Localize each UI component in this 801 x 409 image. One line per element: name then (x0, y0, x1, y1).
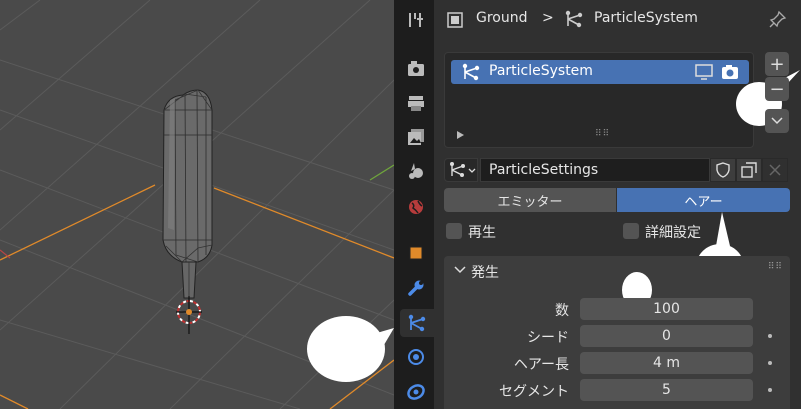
constraint-icon (407, 384, 425, 400)
count-label: 数 (555, 303, 569, 319)
printer-icon (408, 96, 424, 111)
remove-particle-system-button[interactable]: − (765, 77, 789, 101)
mesh-object-icon (447, 12, 463, 28)
tab-scene[interactable] (402, 157, 430, 185)
particle-system-list[interactable]: ParticleSystem ⠿⠿ (444, 52, 754, 148)
chevron-down-icon (468, 168, 476, 173)
3d-viewport[interactable] (0, 0, 394, 409)
particle-properties: Ground > ParticleSystem ParticleSystem ⠿… (434, 0, 801, 409)
regrow-checkbox[interactable] (446, 223, 462, 239)
render-icon (408, 61, 424, 76)
breadcrumb-separator: > (542, 10, 554, 26)
keyframe-dot[interactable] (768, 334, 772, 338)
monitor-icon[interactable] (695, 64, 713, 80)
tool-icon (409, 13, 423, 27)
tab-output[interactable] (402, 89, 430, 117)
tab-physics[interactable] (402, 343, 430, 371)
panel-drag-grip-icon[interactable]: ⠿⠿ (768, 262, 783, 272)
wrench-icon (408, 280, 424, 296)
breadcrumb-object: Ground (476, 10, 528, 26)
chevron-down-icon (771, 117, 783, 125)
particles-icon (450, 162, 465, 177)
particles-icon (408, 314, 426, 332)
particle-settings-name-field[interactable]: ParticleSettings (480, 158, 710, 182)
object-icon (409, 246, 423, 260)
tab-tool[interactable] (402, 6, 430, 34)
emission-panel-title[interactable]: 発生 (471, 262, 499, 282)
close-icon (769, 164, 781, 176)
tab-constraints[interactable] (402, 378, 430, 406)
particles-icon (462, 63, 480, 81)
seed-label: シード (527, 330, 569, 346)
type-hair-button[interactable]: ヘアー (617, 188, 790, 212)
count-field[interactable]: 100 (580, 298, 753, 320)
seed-field[interactable]: 0 (580, 325, 753, 347)
hair-length-label: ヘアー長 (513, 357, 569, 373)
unlink-settings-button[interactable] (762, 158, 788, 182)
camera-icon[interactable] (721, 64, 739, 80)
scene-icon (409, 163, 423, 179)
type-emitter-button[interactable]: エミッター (444, 188, 616, 212)
list-item[interactable]: ParticleSystem (451, 60, 749, 84)
settings-browse-button[interactable] (444, 158, 478, 182)
chevron-down-icon[interactable] (454, 266, 466, 274)
fake-user-button[interactable] (710, 158, 736, 182)
world-icon (409, 200, 423, 214)
advanced-label: 詳細設定 (645, 225, 701, 241)
properties-tab-bar (394, 0, 434, 409)
annotation-pointer (716, 212, 730, 246)
physics-icon (408, 349, 424, 365)
tab-view-layer[interactable] (402, 123, 430, 151)
hair-length-field[interactable]: 4 m (580, 352, 753, 374)
annotation-pointer (370, 328, 394, 355)
tab-world[interactable] (402, 193, 430, 221)
settings-name: ParticleSettings (489, 162, 599, 178)
add-particle-system-button[interactable]: + (765, 52, 789, 76)
resize-grip-icon[interactable]: ⠿⠿ (595, 129, 610, 139)
duplicate-settings-button[interactable] (736, 158, 762, 182)
particles-icon (565, 10, 583, 28)
expand-arrow-icon[interactable] (457, 131, 464, 139)
tab-object[interactable] (402, 239, 430, 267)
keyframe-dot[interactable] (768, 388, 772, 392)
segments-label: セグメント (499, 384, 569, 400)
list-item-label: ParticleSystem (489, 63, 593, 79)
list-specials-menu[interactable] (765, 109, 789, 133)
keyframe-dot[interactable] (768, 361, 772, 365)
segments-field[interactable]: 5 (580, 379, 753, 401)
image-icon (408, 129, 424, 145)
tab-render[interactable] (402, 55, 430, 83)
tab-modifiers[interactable] (402, 274, 430, 302)
tab-particles[interactable] (400, 309, 434, 337)
copy-icon (741, 162, 757, 178)
properties-editor: Ground > ParticleSystem ParticleSystem ⠿… (394, 0, 801, 409)
advanced-checkbox[interactable] (623, 223, 639, 239)
breadcrumb-system: ParticleSystem (594, 10, 698, 26)
regrow-label: 再生 (468, 225, 496, 241)
pin-icon[interactable] (769, 10, 787, 28)
shield-icon (716, 162, 730, 178)
